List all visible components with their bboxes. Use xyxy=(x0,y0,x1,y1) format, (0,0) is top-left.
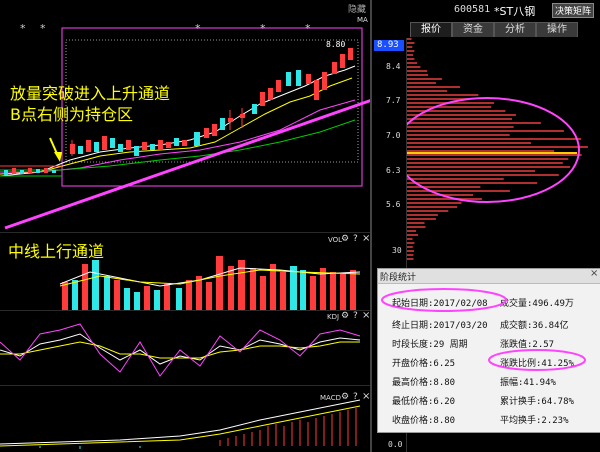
chip-bar xyxy=(407,166,571,168)
chip-bar xyxy=(407,90,448,92)
chip-bar xyxy=(407,238,413,240)
chip-bar xyxy=(407,46,413,48)
tab-funds[interactable]: 资金 xyxy=(452,22,494,37)
vol-label: VOL xyxy=(328,236,343,244)
chip-bar xyxy=(407,138,582,140)
chip-bar xyxy=(407,122,541,124)
chip-bar xyxy=(407,214,438,216)
chip-bar xyxy=(407,78,442,80)
chip-bar xyxy=(407,246,413,248)
chip-bar xyxy=(407,206,458,208)
chip-bar xyxy=(407,242,415,244)
chip-bar xyxy=(407,186,481,188)
chip-bar xyxy=(407,190,510,192)
volume-profile xyxy=(407,38,588,260)
chip-bar xyxy=(407,38,412,40)
price-tick: 6.3 xyxy=(386,166,401,175)
chip-bar xyxy=(407,154,582,156)
chip-bar xyxy=(407,110,506,112)
chip-bar xyxy=(407,114,516,116)
chip-bar xyxy=(407,42,415,44)
b-point-arrow-head xyxy=(54,152,62,162)
gear-icon[interactable]: ⚙ xyxy=(341,234,349,244)
annotation-text: B点右侧为持仓区 xyxy=(10,105,133,124)
chip-bar xyxy=(407,142,531,144)
stock-name: *ST八钢 xyxy=(494,5,536,18)
current-price: 8.93 xyxy=(377,40,399,50)
chip-bar xyxy=(407,170,535,172)
price-tick: 7.7 xyxy=(386,96,401,105)
high-price-label: 8.80 xyxy=(326,40,346,49)
chip-bar xyxy=(407,118,512,120)
tab-quote[interactable]: 报价 xyxy=(410,22,452,37)
stats-highlights xyxy=(381,288,586,371)
volume-tick: 30 xyxy=(392,246,402,255)
chip-bar xyxy=(407,250,414,252)
chip-bar xyxy=(407,202,462,204)
price-tick: 7.0 xyxy=(386,131,401,140)
chip-bar xyxy=(407,50,415,52)
chip-bar xyxy=(407,54,413,56)
chip-bar xyxy=(407,198,482,200)
chip-bar xyxy=(407,94,479,96)
chip-bar xyxy=(407,70,428,72)
volume-chart[interactable] xyxy=(0,246,370,310)
close-icon[interactable]: × xyxy=(362,233,370,244)
chip-bar xyxy=(407,174,559,176)
chip-bar xyxy=(407,106,492,108)
strategy-dropdown[interactable]: 决策矩阵 xyxy=(552,3,595,18)
chip-bar xyxy=(407,158,569,160)
chip-bar xyxy=(407,86,460,88)
zero-tick: 0.0 xyxy=(388,440,403,449)
macd-histogram xyxy=(219,408,357,446)
chip-bar xyxy=(407,150,555,152)
price-tick: 8.4 xyxy=(386,62,401,71)
chip-bar xyxy=(407,258,414,260)
chip-bar xyxy=(407,62,417,64)
chip-bar xyxy=(407,58,415,60)
macd-chart[interactable] xyxy=(0,386,370,452)
chip-bar xyxy=(407,126,514,128)
chip-bar xyxy=(407,130,564,132)
chip-bar xyxy=(407,210,449,212)
chip-bar xyxy=(407,182,538,184)
macd-dif-line xyxy=(0,399,361,445)
help-icon[interactable]: ? xyxy=(353,234,358,244)
main-chart-bottom-border xyxy=(0,232,370,233)
chip-bar xyxy=(407,218,436,220)
volume-bars xyxy=(62,256,356,310)
chip-bar xyxy=(407,222,425,224)
kdj-chart[interactable] xyxy=(0,320,370,384)
kdj-j-line xyxy=(0,323,361,377)
chip-bar xyxy=(407,66,421,68)
chip-bar xyxy=(407,74,429,76)
chip-bar xyxy=(407,82,436,84)
right-panel-divider xyxy=(370,0,372,452)
chip-bar xyxy=(407,134,510,136)
tab-operation[interactable]: 操作 xyxy=(536,22,578,37)
start-date-highlight xyxy=(381,288,507,312)
macd-dea-line xyxy=(0,405,361,447)
volume-panel-bottom-border xyxy=(0,310,370,311)
chip-bar xyxy=(407,178,504,180)
chip-bar xyxy=(407,230,417,232)
chip-bar xyxy=(407,162,563,164)
change-pct-highlight xyxy=(488,349,586,371)
chip-bar xyxy=(407,146,588,148)
macd-histogram-neg xyxy=(39,446,141,449)
price-tick: 5.6 xyxy=(386,200,401,209)
chip-bar xyxy=(407,234,418,236)
chip-bar xyxy=(407,254,414,256)
stock-code: 600581 xyxy=(454,4,491,15)
chip-bar xyxy=(407,226,426,228)
tab-analysis[interactable]: 分析 xyxy=(494,22,536,37)
